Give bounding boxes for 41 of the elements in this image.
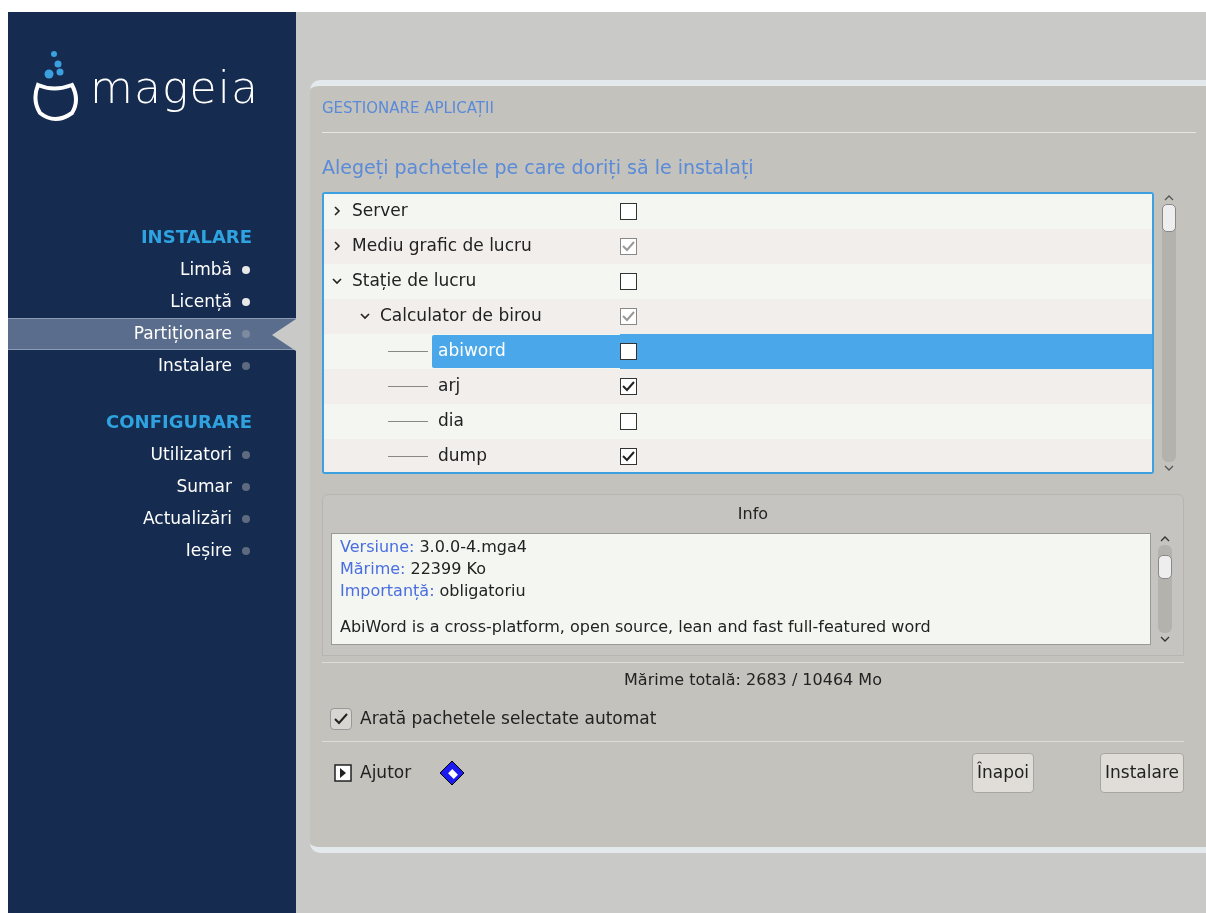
- tree-item[interactable]: dia: [432, 404, 470, 438]
- tree-item[interactable]: Stație de lucru: [346, 264, 483, 298]
- checkbox[interactable]: [620, 272, 637, 290]
- scrollbar-thumb[interactable]: [1162, 203, 1176, 232]
- checkbox-label: Arată pachetele selectate automat: [360, 707, 657, 731]
- field-label: Importanță:: [340, 579, 435, 602]
- scrollbar-thumb[interactable]: [1158, 554, 1173, 579]
- field-label: Mărime:: [340, 557, 406, 580]
- tree-item[interactable]: dump: [432, 439, 493, 472]
- package-description: AbiWord is a cross-platform, open source, lean and fast full-featured word: [340, 616, 931, 636]
- info-title: Info: [737, 502, 769, 525]
- total-size: Mărime totală: 2683 / 10464 Mo: [624, 669, 882, 691]
- dialog-button[interactable]: Înapoi: [971, 752, 1035, 793]
- tree-item[interactable]: arj: [432, 369, 467, 403]
- checkbox[interactable]: [620, 202, 637, 220]
- dialog-title: GESTIONARE APLICAȚII: [322, 99, 494, 117]
- field-label: Versiune:: [340, 535, 415, 558]
- tree-item[interactable]: Server: [346, 194, 414, 228]
- play-icon: [334, 763, 352, 782]
- sidebar-item[interactable]: Partiționare: [8, 318, 296, 350]
- sidebar-item[interactable]: Utilizatori: [8, 439, 296, 471]
- sidebar-item[interactable]: Instalare: [8, 350, 296, 382]
- section-title: CONFIGURARE: [106, 410, 252, 434]
- logo-text: mageia: [90, 65, 260, 110]
- sidebar-item[interactable]: Actualizări: [8, 503, 296, 535]
- sidebar-item[interactable]: Licență: [8, 286, 296, 318]
- field-value: 3.0.0-4.mga4: [419, 535, 527, 558]
- tree-item[interactable]: Calculator de birou: [374, 299, 548, 333]
- help-button[interactable]: Ajutor: [334, 759, 412, 786]
- checkmark-icon: [334, 713, 348, 725]
- sidebar-item[interactable]: Ieșire: [8, 535, 296, 567]
- field-value: 22399 Ko: [410, 557, 486, 580]
- field-value: obligatoriu: [439, 579, 526, 602]
- checkbox[interactable]: [620, 412, 637, 430]
- sidebar-item[interactable]: Sumar: [8, 471, 296, 503]
- sidebar-item[interactable]: Limbă: [8, 254, 296, 286]
- dialog-button[interactable]: Instalare: [1100, 752, 1184, 793]
- checkbox[interactable]: [330, 708, 352, 730]
- section-title: INSTALARE: [140, 225, 252, 249]
- dialog-subtitle: Alegeți pachetele pe care doriți să le instalați: [322, 156, 754, 178]
- checkbox[interactable]: [620, 342, 637, 360]
